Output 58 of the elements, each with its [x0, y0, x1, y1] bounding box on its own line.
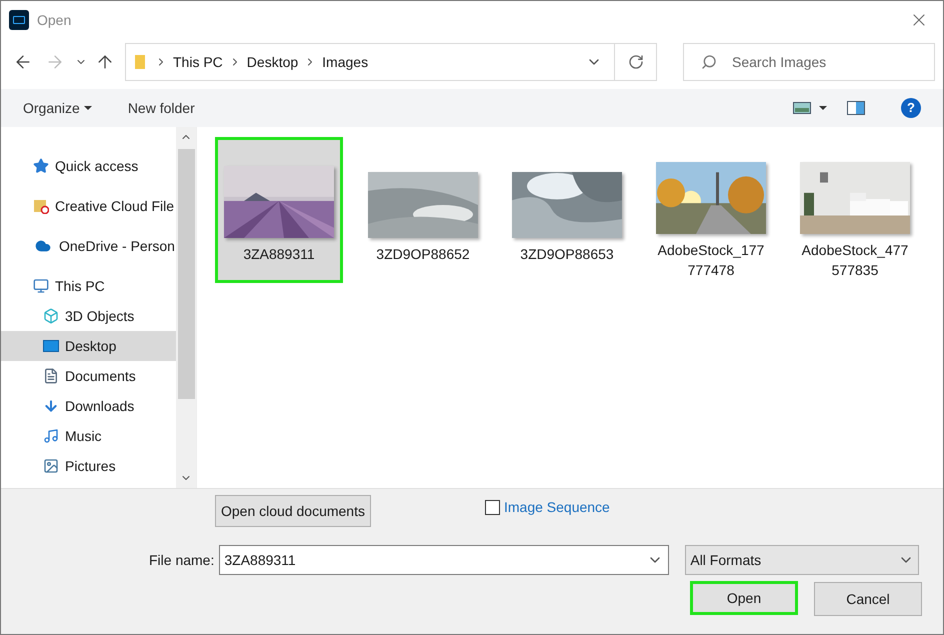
- format-dropdown[interactable]: All Formats: [685, 545, 920, 575]
- new-folder-button[interactable]: New folder: [128, 98, 195, 118]
- folder-icon: [134, 54, 146, 70]
- caret-icon: [819, 106, 827, 110]
- sidebar-item[interactable]: Downloads: [1, 391, 176, 421]
- view-button[interactable]: [793, 102, 827, 114]
- file-name: 3ZA889311: [242, 245, 316, 264]
- dialog-button[interactable]: Open: [690, 581, 798, 615]
- sidebar-item[interactable]: Documents: [1, 361, 176, 391]
- file-name-field[interactable]: 3ZA889311: [219, 545, 670, 575]
- refresh-icon[interactable]: [628, 54, 644, 70]
- file-item[interactable]: AdobeStock_177 777478: [647, 137, 775, 283]
- sidebar-item[interactable]: Music: [1, 421, 176, 451]
- star-icon: [33, 158, 49, 174]
- sidebar-item[interactable]: Creative Cloud File: [1, 191, 176, 221]
- open-cloud-documents-button[interactable]: Open cloud documents: [215, 495, 371, 527]
- help-button[interactable]: ?: [901, 98, 921, 118]
- sidebar-item[interactable]: 3D Objects: [1, 301, 176, 331]
- file-name: 3ZD9OP88652: [375, 245, 471, 264]
- pane-icon: [847, 101, 865, 115]
- breadcrumb[interactable]: This PC: [172, 52, 224, 72]
- breadcrumb[interactable]: Images: [321, 52, 370, 72]
- app-icon: [9, 10, 29, 30]
- dialog-button[interactable]: Cancel: [814, 582, 922, 616]
- file-name: AdobeStock_477 577835: [800, 241, 910, 280]
- checkbox[interactable]: [484, 500, 500, 515]
- cloud-icon: [33, 238, 53, 254]
- sidebar-item[interactable]: This PC: [1, 271, 176, 301]
- file-name: AdobeStock_177 777478: [656, 241, 766, 280]
- document-icon: [43, 368, 59, 384]
- file-name: 3ZD9OP88653: [519, 245, 615, 264]
- caret-icon: [84, 106, 92, 110]
- file-item[interactable]: 3ZA889311: [215, 137, 343, 283]
- computer-icon: [33, 278, 49, 294]
- desktop-icon: [43, 340, 59, 352]
- sidebar-item[interactable]: Pictures: [1, 451, 176, 481]
- checkbox-label[interactable]: Image Sequence: [504, 497, 610, 518]
- sidebar-item[interactable]: Quick access: [1, 151, 176, 181]
- sidebar-item[interactable]: Desktop: [1, 331, 176, 361]
- landscape-icon: [793, 102, 811, 114]
- scrollbar[interactable]: [176, 127, 196, 488]
- file-item[interactable]: AdobeStock_477 577835: [791, 137, 919, 283]
- file-item[interactable]: 3ZD9OP88652: [359, 137, 487, 283]
- breadcrumb[interactable]: Desktop: [246, 52, 300, 72]
- address-bar[interactable]: This PC Desktop Images: [125, 43, 657, 81]
- sidebar-item[interactable]: OneDrive - Person: [1, 231, 176, 261]
- organize-button[interactable]: Organize: [23, 98, 92, 118]
- preview-pane-button[interactable]: [847, 101, 865, 115]
- window-title: Open: [37, 10, 72, 30]
- file-item[interactable]: 3ZD9OP88653: [503, 137, 631, 283]
- music-note-icon: [43, 428, 59, 444]
- picture-icon: [43, 458, 59, 474]
- folder-icon: [33, 198, 49, 214]
- cube-icon: [43, 308, 59, 324]
- search-field[interactable]: Search Images: [683, 43, 935, 81]
- file-name-label: File name:: [149, 550, 214, 570]
- download-icon: [43, 398, 59, 414]
- search-icon: [701, 54, 717, 70]
